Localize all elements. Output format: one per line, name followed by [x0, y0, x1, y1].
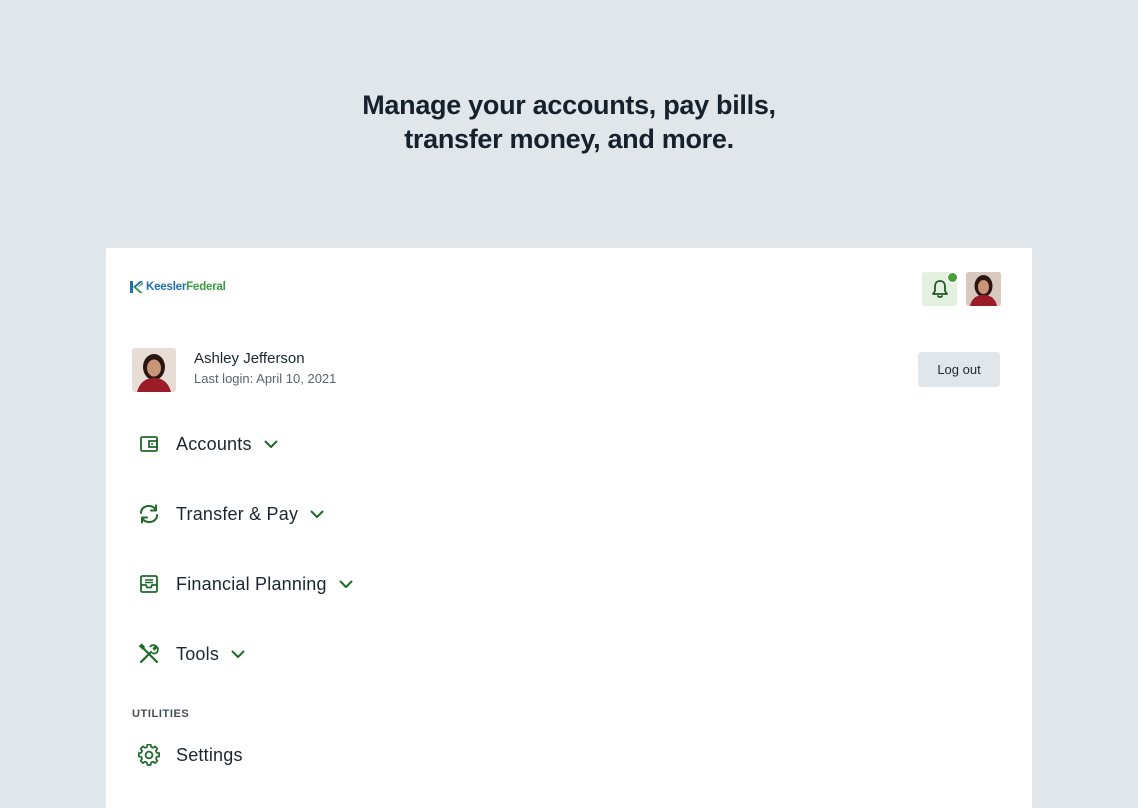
bell-icon: [931, 280, 948, 298]
logo-text-keesler: Keesler: [146, 281, 187, 293]
app-panel: KeeslerFederal Ashley Jefferson Last log…: [106, 248, 1032, 808]
nav-item-transfer-pay[interactable]: Transfer & Pay: [136, 499, 324, 529]
profile-avatar: [132, 348, 176, 392]
notification-badge: [947, 272, 958, 283]
nav-item-label: Tools: [176, 643, 220, 664]
refresh-arrows-icon: [136, 501, 162, 527]
nav-item-label: Financial Planning: [176, 573, 327, 594]
logo-text-federal: Federal: [186, 281, 226, 293]
gear-icon: [136, 742, 162, 768]
chevron-down-icon[interactable]: [231, 650, 245, 659]
headline-line-2: transfer money, and more.: [404, 124, 734, 154]
notifications-button[interactable]: [922, 272, 958, 306]
nav-item-label: Transfer & Pay: [176, 503, 299, 524]
last-login: Last login: April 10, 2021: [194, 371, 337, 386]
user-photo-icon: [132, 348, 176, 392]
keesler-federal-logo[interactable]: KeeslerFederal: [130, 280, 226, 294]
page-headline: Manage your accounts, pay bills, transfe…: [0, 88, 1138, 156]
tray-icon: [136, 571, 162, 597]
nav-item-accounts[interactable]: Accounts: [136, 429, 278, 459]
utilities-section-title: UTILITIES: [132, 708, 190, 720]
wallet-icon: [136, 431, 162, 457]
tools-icon: [136, 641, 162, 667]
chevron-down-icon[interactable]: [310, 510, 324, 519]
nav-item-tools[interactable]: Tools: [136, 639, 245, 669]
user-name: Ashley Jefferson: [194, 350, 305, 367]
nav-item-settings[interactable]: Settings: [136, 740, 243, 770]
nav-item-financial-planning[interactable]: Financial Planning: [136, 569, 353, 599]
headline-line-1: Manage your accounts, pay bills,: [362, 90, 776, 120]
nav-item-label: Settings: [176, 744, 243, 765]
logout-button[interactable]: Log out: [918, 352, 1000, 387]
user-photo-icon: [966, 272, 1001, 306]
nav-item-label: Accounts: [176, 433, 252, 454]
logo-mark-icon: [130, 281, 143, 293]
chevron-down-icon[interactable]: [264, 440, 278, 449]
chevron-down-icon[interactable]: [339, 580, 353, 589]
header-avatar[interactable]: [966, 272, 1001, 306]
